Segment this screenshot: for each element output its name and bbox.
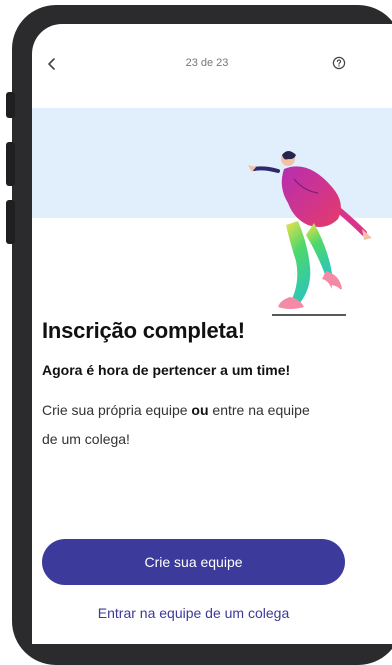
description-text: Crie sua própria equipe ou entre na equi… [42, 396, 322, 454]
step-counter: 23 de 23 [185, 57, 229, 69]
create-team-button[interactable]: Crie sua equipe [42, 539, 345, 585]
page-title: Inscrição completa! [42, 318, 245, 343]
description-emphasis: ou [191, 402, 209, 418]
app-screen: 23 de 23 Inscrição completa! Agora é hor… [32, 24, 392, 644]
top-bar: 23 de 23 [32, 24, 392, 104]
description-part: Crie sua própria equipe [42, 402, 192, 418]
question-circle-icon[interactable] [332, 56, 346, 70]
page-subtitle: Agora é hora de pertencer a um time! [42, 362, 291, 378]
phone-side-button [6, 142, 15, 186]
phone-side-button [6, 200, 15, 244]
phone-side-button [6, 92, 15, 118]
celebration-illustration [248, 151, 372, 316]
join-team-link[interactable]: Entrar na equipe de um colega [32, 605, 355, 621]
